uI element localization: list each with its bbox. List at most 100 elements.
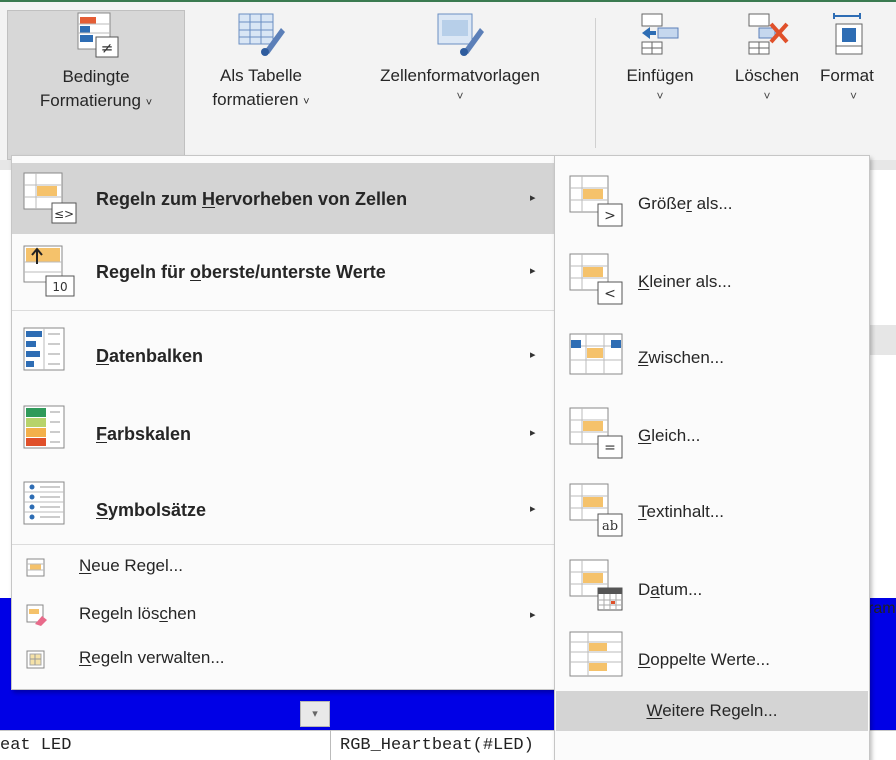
highlight-cells-rules-icon: ≤> <box>23 172 77 224</box>
conditional-formatting-button[interactable]: ≠ Bedingte Formatierung ˅ <box>7 10 185 160</box>
format-cells-icon <box>833 13 863 55</box>
label-text: egeln verwalten... <box>91 648 225 667</box>
label-text: als... <box>691 194 733 213</box>
more-rules-button[interactable]: Weitere Regeln... <box>556 691 868 731</box>
icon-text: < <box>604 286 616 302</box>
icon-text: ≤> <box>54 207 74 221</box>
text-contains-icon: ab <box>569 483 623 537</box>
submenu-arrow-icon: ▸ <box>530 503 536 515</box>
insert-button[interactable]: Einfügen ˅ <box>604 10 716 104</box>
access-key: N <box>79 556 92 575</box>
new-rule-icon <box>26 558 45 577</box>
submenu-item-label: Textinhalt... <box>638 502 724 522</box>
label-text: arbskalen <box>107 424 192 444</box>
access-key: R <box>79 648 92 667</box>
delete-label: Löschen <box>734 66 800 85</box>
menu-item-manage-rules[interactable]: Regeln verwalten... <box>12 640 556 678</box>
less-than-icon: < <box>569 253 623 305</box>
access-key: o <box>190 262 202 282</box>
menu-separator <box>12 310 556 311</box>
access-key: D <box>96 346 109 366</box>
data-bars-icon <box>23 327 65 371</box>
conditional-formatting-label-2-wrap: Formatierung ˅ <box>8 89 184 115</box>
access-key: a <box>650 580 660 599</box>
top-bottom-rules-icon: 10 <box>23 245 75 297</box>
menu-item-icon-sets[interactable]: Symbolsätze ▸ <box>12 468 556 540</box>
label-text: extinhalt... <box>646 502 725 521</box>
chevron-down-icon: ˅ <box>763 89 771 103</box>
submenu-item-label: Kleiner als... <box>638 272 732 292</box>
chevron-down-icon: ˅ <box>303 96 310 108</box>
menu-item-data-bars[interactable]: Datenbalken ▸ <box>12 316 556 388</box>
submenu-arrow-icon: ▸ <box>530 349 536 361</box>
format-label: Format <box>820 66 874 85</box>
format-button[interactable]: Format ˅ <box>818 10 896 104</box>
greater-than-icon: > <box>569 175 623 227</box>
submenu-arrow-icon: ▸ <box>530 192 536 204</box>
cell-left-text[interactable]: eat LED <box>0 736 71 755</box>
label-text: tum... <box>659 580 703 599</box>
submenu-item-label: Datum... <box>638 580 702 600</box>
cell-styles-button[interactable]: Zellenformatvorlagen ˅ <box>342 10 578 104</box>
format-as-table-label-2: formatieren <box>212 90 299 109</box>
label-text: atenbalken <box>109 346 204 366</box>
label-text: Regeln lös <box>79 604 160 623</box>
equal-to-icon: = <box>569 407 623 459</box>
submenu-item-less-than[interactable]: < Kleiner als... <box>555 240 869 312</box>
cell-right-text[interactable]: RGB_Heartbeat(#LED) <box>340 736 534 755</box>
icon-sets-icon <box>23 481 65 525</box>
menu-item-label: Regeln für oberste/unterste Werte <box>96 262 386 283</box>
submenu-item-greater-than[interactable]: > Größer als... <box>555 162 869 234</box>
filter-dropdown-button[interactable]: ▾ <box>300 701 330 727</box>
highlight-cells-submenu: > Größer als... < Kleiner als... Zwische… <box>554 155 870 760</box>
cell-styles-label: Zellenformatvorlagen <box>380 66 540 85</box>
icon-text: = <box>604 440 616 456</box>
conditional-formatting-label-2: Formatierung <box>39 91 141 110</box>
cell-partial-text: ram <box>868 600 896 617</box>
access-key: D <box>638 650 651 669</box>
label-text: Regeln für <box>96 262 191 282</box>
submenu-item-equal-to[interactable]: = Gleich... <box>555 396 869 468</box>
label-text: hen <box>167 604 197 623</box>
label-text: eitere Regeln... <box>662 701 778 720</box>
menu-item-top-bottom-rules[interactable]: 10 Regeln für oberste/unterste Werte ▸ <box>12 236 556 308</box>
submenu-item-between[interactable]: Zwischen... <box>555 318 869 390</box>
submenu-item-duplicate-values[interactable]: Doppelte Werte... <box>555 618 869 688</box>
insert-cells-icon <box>641 13 679 55</box>
menu-item-color-scales[interactable]: Farbskalen ▸ <box>12 392 556 464</box>
label-text: leich... <box>651 426 701 445</box>
submenu-arrow-icon: ▸ <box>530 609 536 621</box>
access-key: W <box>646 701 663 720</box>
menu-item-highlight-cells-rules[interactable]: ≤> Regeln zum Hervorheben von Zellen ▸ <box>12 163 556 234</box>
delete-button[interactable]: Löschen ˅ <box>718 10 816 104</box>
duplicate-values-icon <box>569 631 623 677</box>
menu-item-new-rule[interactable]: Neue Regel... <box>12 548 556 586</box>
conditional-formatting-menu: ≤> Regeln zum Hervorheben von Zellen ▸ 1… <box>11 155 557 690</box>
submenu-arrow-icon: ▸ <box>530 427 536 439</box>
menu-item-label: Farbskalen <box>96 424 191 445</box>
submenu-item-text-contains[interactable]: ab Textinhalt... <box>555 474 869 546</box>
cell-styles-icon <box>437 13 484 56</box>
icon-text: > <box>604 208 616 224</box>
between-icon <box>569 333 623 375</box>
chevron-down-icon: ˅ <box>656 89 664 103</box>
menu-item-clear-rules[interactable]: Regeln löschen ▸ <box>12 596 556 634</box>
format-as-table-button[interactable]: Als Tabelle formatieren ˅ <box>192 10 330 114</box>
submenu-item-label: Zwischen... <box>638 348 724 368</box>
submenu-item-date-occurring[interactable]: Datum... <box>555 552 869 624</box>
label-text: eue Regel... <box>91 556 183 575</box>
menu-separator <box>12 544 556 545</box>
submenu-item-label: Gleich... <box>638 426 700 446</box>
access-key: K <box>638 272 650 291</box>
menu-item-label: Regeln löschen <box>79 604 196 624</box>
submenu-arrow-icon: ▸ <box>530 265 536 277</box>
cell-divider <box>330 730 331 760</box>
access-key: F <box>96 424 107 444</box>
access-key: G <box>638 426 652 445</box>
access-key: Z <box>638 348 649 367</box>
chevron-down-icon: ˅ <box>145 97 153 109</box>
access-key: H <box>202 189 216 209</box>
label-text: ervorheben von Zellen <box>215 189 408 209</box>
menu-item-label: Regeln verwalten... <box>79 648 225 668</box>
conditional-formatting-icon: ≠ <box>77 12 119 58</box>
